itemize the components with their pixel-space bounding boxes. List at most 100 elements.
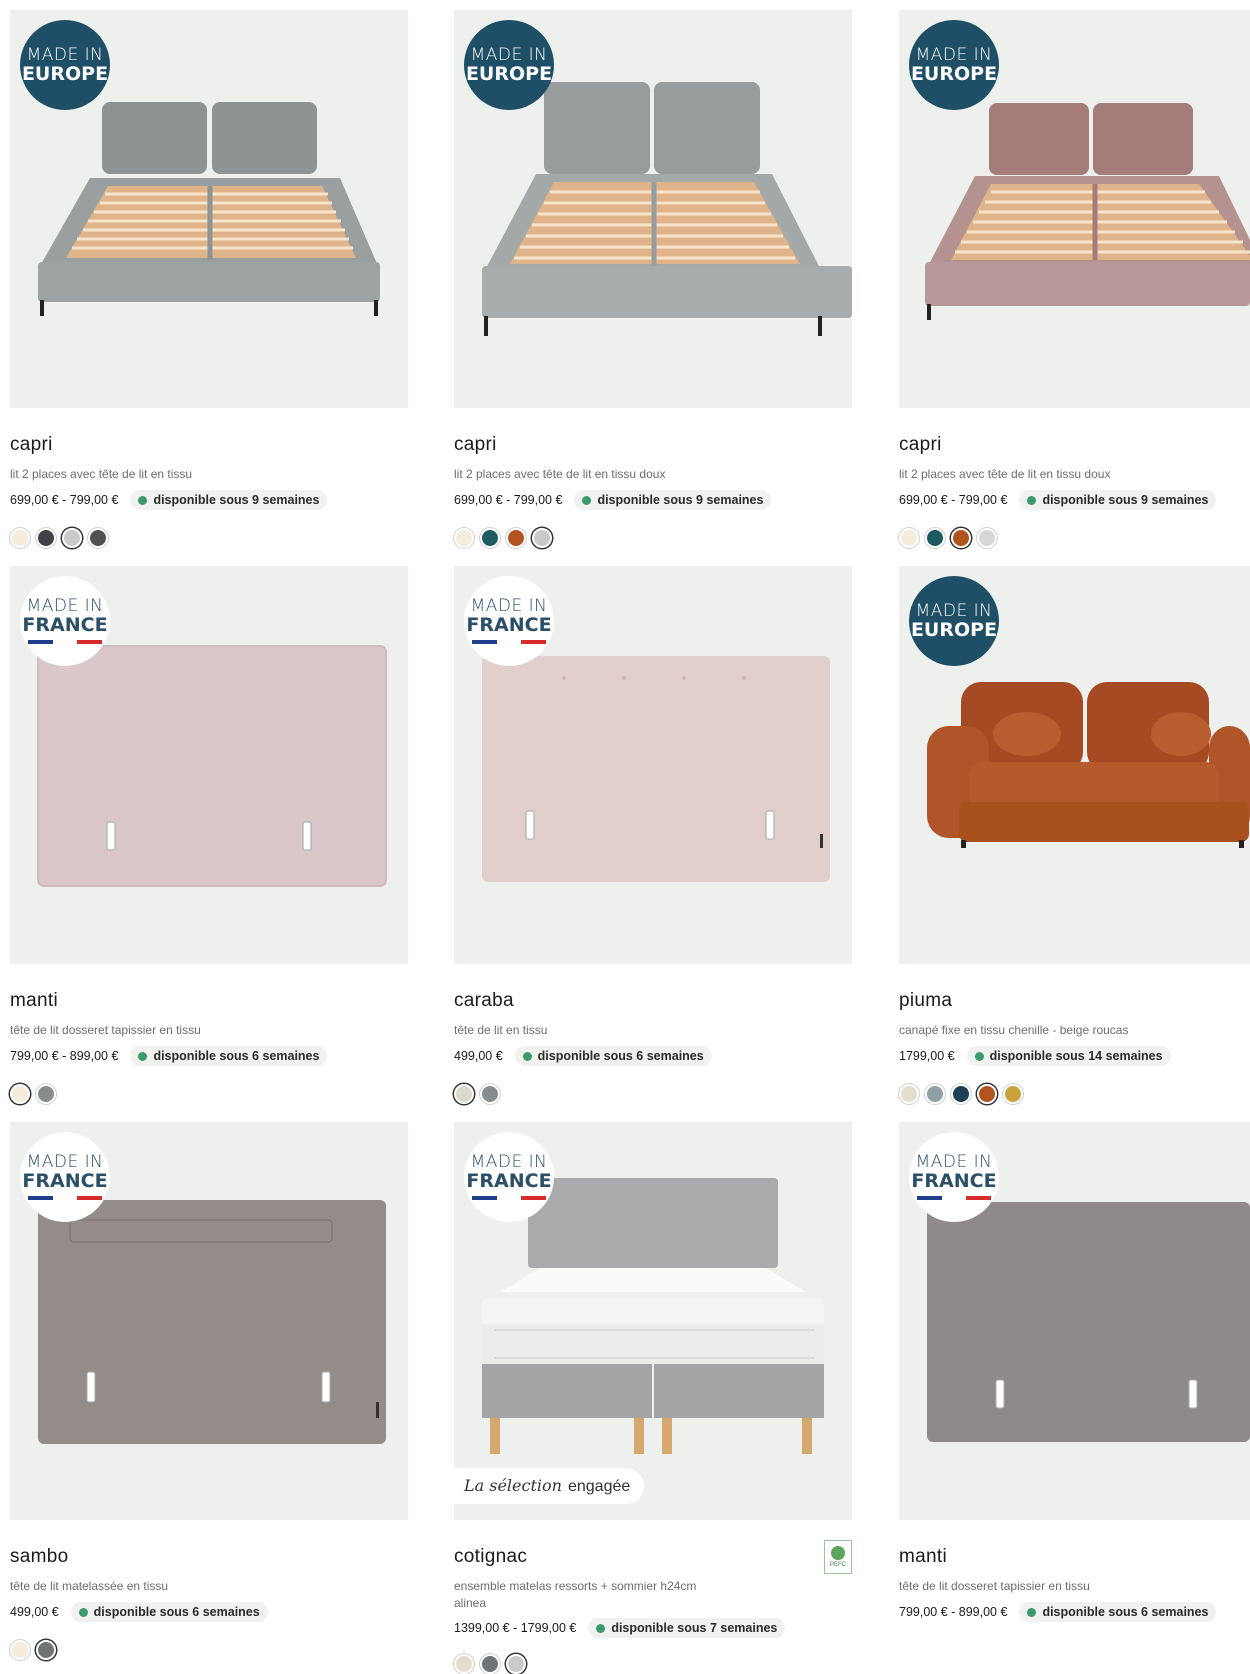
color-swatch[interactable]	[506, 1654, 526, 1674]
color-swatches	[10, 528, 108, 548]
availability-badge: disponible sous 6 semaines	[130, 1046, 328, 1066]
color-swatch[interactable]	[480, 528, 500, 548]
price-row: 799,00 € - 899,00 € disponible sous 6 se…	[899, 1602, 1217, 1622]
availability-dot-icon	[596, 1623, 606, 1633]
product-card[interactable]: MADE IN EUROPE capri lit 2 places avec t…	[899, 10, 1250, 555]
product-brand: alinea	[454, 1596, 487, 1610]
made-in-badge: MADE IN EUROPE	[464, 20, 554, 110]
availability-dot-icon	[78, 1607, 88, 1617]
availability-badge: disponible sous 9 semaines	[130, 490, 328, 510]
product-image[interactable]: MADE IN FRANCE	[454, 566, 852, 964]
color-swatch[interactable]	[10, 1640, 30, 1660]
color-swatches	[10, 1640, 56, 1660]
color-swatch[interactable]	[454, 528, 474, 548]
color-swatch[interactable]	[951, 1084, 971, 1104]
availability-dot-icon	[522, 1051, 532, 1061]
product-card[interactable]: MADE IN FRANCE caraba tête de lit en tis…	[454, 566, 852, 1111]
color-swatch[interactable]	[977, 1084, 997, 1104]
made-in-badge: MADE IN FRANCE	[20, 576, 110, 666]
color-swatch[interactable]	[951, 528, 971, 548]
product-name[interactable]: piuma	[899, 990, 952, 1012]
product-image[interactable]: MADE IN FRANCE	[10, 566, 408, 964]
price-row: 1399,00 € - 1799,00 € disponible sous 7 …	[454, 1618, 786, 1638]
product-name[interactable]: cotignac	[454, 1546, 527, 1568]
color-swatch[interactable]	[36, 528, 56, 548]
product-name[interactable]: manti	[899, 1546, 947, 1568]
made-in-badge: MADE IN EUROPE	[20, 20, 110, 110]
color-swatch[interactable]	[36, 1640, 56, 1660]
product-description: ensemble matelas ressorts + sommier h24c…	[454, 1578, 784, 1612]
price-row: 699,00 € - 799,00 € disponible sous 9 se…	[10, 490, 328, 510]
color-swatch[interactable]	[10, 528, 30, 548]
product-name[interactable]: caraba	[454, 990, 514, 1012]
product-image[interactable]: MADE IN FRANCE	[899, 1122, 1250, 1520]
product-price: 699,00 € - 799,00 €	[454, 493, 563, 507]
color-swatch[interactable]	[925, 1084, 945, 1104]
availability-dot-icon	[1027, 495, 1037, 505]
color-swatch[interactable]	[899, 528, 919, 548]
made-in-badge: MADE IN FRANCE	[464, 576, 554, 666]
product-name[interactable]: capri	[10, 434, 53, 456]
made-in-badge: MADE IN EUROPE	[909, 576, 999, 666]
color-swatches	[899, 528, 997, 548]
product-card[interactable]: MADE IN EUROPE piuma canapé fixe en tiss…	[899, 566, 1250, 1111]
color-swatch[interactable]	[1003, 1084, 1023, 1104]
color-swatch[interactable]	[62, 528, 82, 548]
product-description: lit 2 places avec tête de lit en tissu	[10, 467, 193, 481]
made-in-badge: MADE IN FRANCE	[464, 1132, 554, 1222]
price-row: 499,00 € disponible sous 6 semaines	[454, 1046, 712, 1066]
color-swatch[interactable]	[899, 1084, 919, 1104]
availability-badge: disponible sous 9 semaines	[1019, 490, 1217, 510]
product-price: 699,00 € - 799,00 €	[10, 493, 119, 507]
product-price: 699,00 € - 799,00 €	[899, 493, 1008, 507]
made-in-badge: MADE IN EUROPE	[909, 20, 999, 110]
color-swatch[interactable]	[480, 1084, 500, 1104]
price-row: 499,00 € disponible sous 6 semaines	[10, 1602, 268, 1622]
product-image[interactable]: MADE IN EUROPE	[899, 566, 1250, 964]
color-swatch[interactable]	[454, 1654, 474, 1674]
product-price: 799,00 € - 899,00 €	[899, 1605, 1008, 1619]
availability-badge: disponible sous 6 semaines	[514, 1046, 712, 1066]
price-row: 699,00 € - 799,00 € disponible sous 9 se…	[899, 490, 1217, 510]
product-card[interactable]: MADE IN FRANCE manti tête de lit dossere…	[899, 1122, 1250, 1667]
product-description: tête de lit dosseret tapissier en tissu	[899, 1579, 1090, 1593]
product-name[interactable]: capri	[454, 434, 497, 456]
product-description: tête de lit matelassée en tissu	[10, 1579, 169, 1593]
product-name[interactable]: sambo	[10, 1546, 69, 1568]
color-swatch[interactable]	[454, 1084, 474, 1104]
color-swatch[interactable]	[36, 1084, 56, 1104]
price-row: 799,00 € - 899,00 € disponible sous 6 se…	[10, 1046, 328, 1066]
product-name[interactable]: capri	[899, 434, 942, 456]
product-description: tête de lit en tissu	[454, 1023, 548, 1037]
color-swatches	[454, 1084, 500, 1104]
product-card[interactable]: MADE IN FRANCE sambo tête de lit matelas…	[10, 1122, 408, 1667]
color-swatches	[454, 528, 552, 548]
color-swatch[interactable]	[977, 528, 997, 548]
availability-badge: disponible sous 9 semaines	[574, 490, 772, 510]
product-image[interactable]: MADE IN EUROPE	[10, 10, 408, 408]
color-swatch[interactable]	[532, 528, 552, 548]
product-card[interactable]: MADE IN EUROPE capri lit 2 places avec t…	[10, 10, 408, 555]
color-swatch[interactable]	[88, 528, 108, 548]
product-image[interactable]: MADE IN FRANCE La sélection engagée	[454, 1122, 852, 1520]
product-description: canapé fixe en tissu chenille - beige ro…	[899, 1023, 1129, 1037]
product-card[interactable]: MADE IN FRANCE La sélection engagée cotig…	[454, 1122, 852, 1674]
availability-badge: disponible sous 14 semaines	[966, 1046, 1171, 1066]
french-flag-icon	[917, 1196, 992, 1200]
availability-badge: disponible sous 6 semaines	[70, 1602, 268, 1622]
color-swatch[interactable]	[480, 1654, 500, 1674]
product-image[interactable]: MADE IN FRANCE	[10, 1122, 408, 1520]
color-swatch[interactable]	[10, 1084, 30, 1104]
product-name[interactable]: manti	[10, 990, 58, 1012]
color-swatch[interactable]	[506, 528, 526, 548]
availability-dot-icon	[138, 1051, 148, 1061]
made-in-badge: MADE IN FRANCE	[20, 1132, 110, 1222]
product-card[interactable]: MADE IN FRANCE manti tête de lit dossere…	[10, 566, 408, 1111]
product-image[interactable]: MADE IN EUROPE	[899, 10, 1250, 408]
product-image[interactable]: MADE IN EUROPE	[454, 10, 852, 408]
color-swatch[interactable]	[925, 528, 945, 548]
made-in-badge: MADE IN FRANCE	[909, 1132, 999, 1222]
product-card[interactable]: MADE IN EUROPE capri lit 2 places avec t…	[454, 10, 852, 555]
product-description: lit 2 places avec tête de lit en tissu d…	[899, 467, 1111, 481]
product-price: 499,00 €	[10, 1605, 59, 1619]
